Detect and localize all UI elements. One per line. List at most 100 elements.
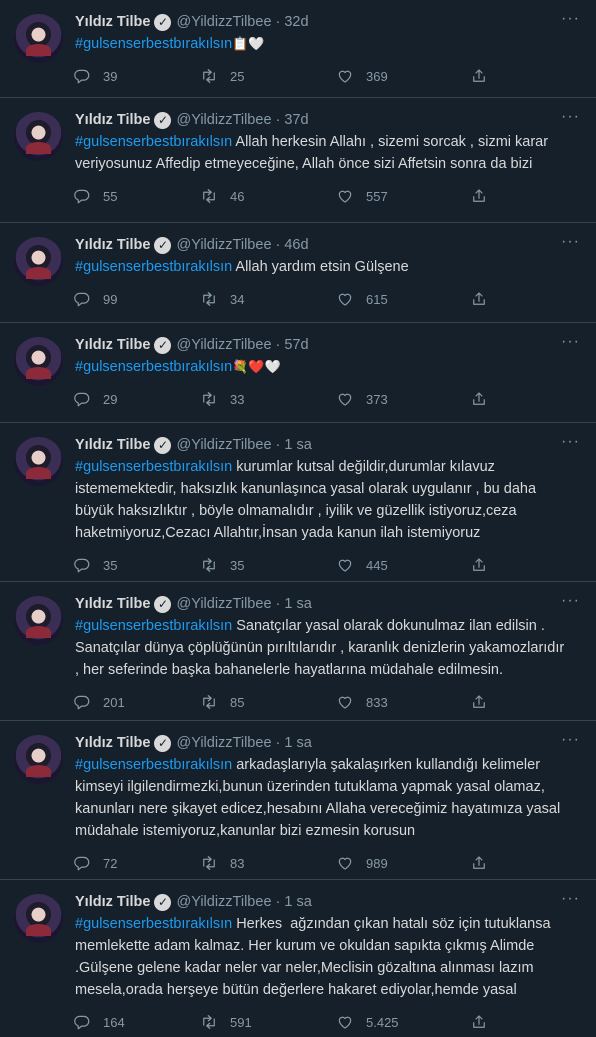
tweet-time[interactable]: 1 sa: [284, 894, 311, 910]
reply-button[interactable]: 99: [73, 290, 200, 308]
tweet-time[interactable]: 1 sa: [284, 437, 311, 453]
author-handle[interactable]: @YildizzTilbee: [176, 596, 271, 612]
more-options-icon[interactable]: ···: [561, 891, 580, 907]
share-button[interactable]: [470, 693, 488, 711]
more-options-icon[interactable]: ···: [561, 109, 580, 125]
tweet[interactable]: Yıldız Tilbe ✓ @YildizzTilbee · 46d ··· …: [0, 223, 596, 323]
reply-icon: [74, 695, 90, 710]
tweet-time[interactable]: 37d: [284, 112, 308, 128]
tweet[interactable]: Yıldız Tilbe ✓ @YildizzTilbee · 32d ··· …: [0, 0, 596, 98]
tweet[interactable]: Yıldız Tilbe ✓ @YildizzTilbee · 57d ··· …: [0, 323, 596, 423]
reply-button[interactable]: 55: [73, 187, 200, 205]
author-handle[interactable]: @YildizzTilbee: [176, 14, 271, 30]
tweet[interactable]: Yıldız Tilbe ✓ @YildizzTilbee · 1 sa ···…: [0, 721, 596, 880]
avatar[interactable]: [14, 337, 63, 386]
tweet[interactable]: Yıldız Tilbe ✓ @YildizzTilbee · 1 sa ···…: [0, 423, 596, 582]
tweet-time[interactable]: 46d: [284, 237, 308, 253]
tweet-time[interactable]: 1 sa: [284, 596, 311, 612]
like-button[interactable]: 557: [336, 187, 470, 205]
share-button[interactable]: [470, 1013, 488, 1031]
hashtag-link[interactable]: #gulsenserbestbırakılsın: [75, 359, 232, 375]
like-count: 557: [366, 188, 388, 204]
author-handle[interactable]: @YildizzTilbee: [176, 112, 271, 128]
hashtag-link[interactable]: #gulsenserbestbırakılsın: [75, 459, 232, 475]
tweet-time[interactable]: 1 sa: [284, 735, 311, 751]
author-handle[interactable]: @YildizzTilbee: [176, 894, 271, 910]
reply-button[interactable]: 29: [73, 390, 200, 408]
hashtag-link[interactable]: #gulsenserbestbırakılsın: [75, 618, 232, 634]
hashtag-link[interactable]: #gulsenserbestbırakılsın: [75, 916, 232, 932]
reply-button[interactable]: 35: [73, 556, 200, 574]
share-button[interactable]: [470, 854, 488, 872]
more-options-icon[interactable]: ···: [561, 334, 580, 350]
more-options-icon[interactable]: ···: [561, 234, 580, 250]
author-name[interactable]: Yıldız Tilbe: [75, 596, 150, 612]
retweet-button[interactable]: 46: [200, 187, 336, 205]
more-options-icon[interactable]: ···: [561, 732, 580, 748]
author-name[interactable]: Yıldız Tilbe: [75, 437, 150, 453]
avatar[interactable]: [14, 894, 63, 943]
like-button[interactable]: 369: [336, 67, 470, 85]
like-button[interactable]: 373: [336, 390, 470, 408]
avatar[interactable]: [14, 735, 63, 784]
reply-button[interactable]: 72: [73, 854, 200, 872]
author-name[interactable]: Yıldız Tilbe: [75, 112, 150, 128]
tweet-header: Yıldız Tilbe ✓ @YildizzTilbee · 32d: [75, 12, 580, 32]
like-button[interactable]: 833: [336, 693, 470, 711]
avatar[interactable]: [14, 14, 63, 63]
heart-icon: [338, 70, 352, 83]
retweet-button[interactable]: 591: [200, 1013, 336, 1031]
like-button[interactable]: 615: [336, 290, 470, 308]
tweet-time[interactable]: 32d: [284, 14, 308, 30]
reply-button[interactable]: 164: [73, 1013, 200, 1031]
share-button[interactable]: [470, 67, 488, 85]
like-button[interactable]: 5.425: [336, 1013, 470, 1031]
retweet-count: 33: [230, 391, 245, 407]
tweet-text-line: .Gülşene gelene kadar neler var neler,Me…: [75, 960, 534, 976]
share-button[interactable]: [470, 390, 488, 408]
author-name[interactable]: Yıldız Tilbe: [75, 337, 150, 353]
author-handle[interactable]: @YildizzTilbee: [176, 337, 271, 353]
like-button[interactable]: 989: [336, 854, 470, 872]
more-options-icon[interactable]: ···: [561, 11, 580, 27]
share-button[interactable]: [470, 556, 488, 574]
share-button[interactable]: [470, 290, 488, 308]
retweet-button[interactable]: 83: [200, 854, 336, 872]
hashtag-link[interactable]: #gulsenserbestbırakılsın: [75, 36, 232, 52]
retweet-button[interactable]: 34: [200, 290, 336, 308]
author-name[interactable]: Yıldız Tilbe: [75, 237, 150, 253]
hashtag-link[interactable]: #gulsenserbestbırakılsın: [75, 134, 232, 150]
reply-button[interactable]: 39: [73, 67, 200, 85]
avatar[interactable]: [14, 596, 63, 645]
author-handle[interactable]: @YildizzTilbee: [176, 437, 271, 453]
more-options-icon[interactable]: ···: [561, 593, 580, 609]
reply-button[interactable]: 201: [73, 693, 200, 711]
tweet-header: Yıldız Tilbe ✓ @YildizzTilbee · 46d: [75, 235, 580, 255]
like-button[interactable]: 445: [336, 556, 470, 574]
retweet-button[interactable]: 85: [200, 693, 336, 711]
avatar[interactable]: [14, 112, 63, 161]
avatar[interactable]: [14, 437, 63, 486]
share-icon: [473, 292, 485, 305]
tweet[interactable]: Yıldız Tilbe ✓ @YildizzTilbee · 37d ··· …: [0, 98, 596, 223]
tweet[interactable]: Yıldız Tilbe ✓ @YildizzTilbee · 1 sa ···…: [0, 880, 596, 1037]
author-handle[interactable]: @YildizzTilbee: [176, 735, 271, 751]
tweet-time[interactable]: 57d: [284, 337, 308, 353]
more-options-icon[interactable]: ···: [561, 434, 580, 450]
avatar[interactable]: [14, 237, 63, 286]
hashtag-link[interactable]: #gulsenserbestbırakılsın: [75, 259, 232, 275]
hashtag-link[interactable]: #gulsenserbestbırakılsın: [75, 757, 232, 773]
verified-badge-icon: ✓: [154, 236, 172, 254]
heart-icon: [338, 559, 352, 572]
retweet-button[interactable]: 35: [200, 556, 336, 574]
share-button[interactable]: [470, 187, 488, 205]
retweet-button[interactable]: 25: [200, 67, 336, 85]
tweet[interactable]: Yıldız Tilbe ✓ @YildizzTilbee · 1 sa ···…: [0, 582, 596, 721]
author-name[interactable]: Yıldız Tilbe: [75, 894, 150, 910]
share-icon: [473, 392, 485, 405]
author-name[interactable]: Yıldız Tilbe: [75, 14, 150, 30]
author-name[interactable]: Yıldız Tilbe: [75, 735, 150, 751]
retweet-button[interactable]: 33: [200, 390, 336, 408]
reply-count: 55: [103, 188, 118, 204]
author-handle[interactable]: @YildizzTilbee: [176, 237, 271, 253]
